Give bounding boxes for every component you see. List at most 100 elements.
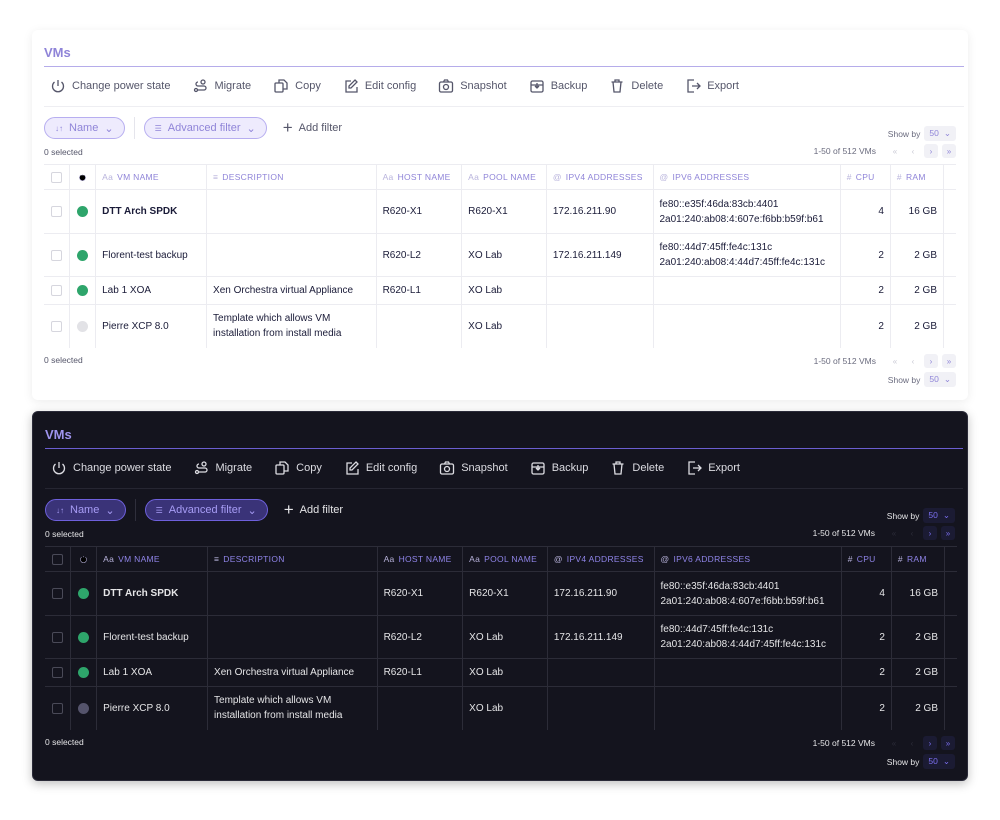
vm-name[interactable]: Florent-test backup [95, 233, 208, 277]
toolbar: Change power state Migrate Copy Edit config… [51, 460, 740, 476]
last-page-button[interactable]: » [941, 736, 955, 750]
row-checkbox[interactable] [52, 631, 64, 643]
column-header-pool-name[interactable]: Aa POOL NAME [461, 164, 547, 190]
toolbar-label: Export [707, 80, 739, 92]
add-filter-button[interactable]: + Add filter [283, 118, 342, 138]
change-power-state-button[interactable]: Change power state [51, 460, 171, 476]
first-page-button[interactable]: « [887, 526, 901, 540]
checkbox-cell [45, 686, 72, 730]
snapshot-button[interactable]: Snapshot [438, 78, 507, 94]
column-label: IPV4 ADDRESSES [566, 554, 644, 564]
advanced-filter-pill[interactable]: ☰ Advanced filter ⌄ [143, 117, 267, 139]
migrate-button[interactable]: Migrate [192, 78, 251, 94]
column-header-ipv4-addresses[interactable]: @ IPV4 ADDRESSES [546, 546, 655, 572]
advanced-filter-pill[interactable]: ☰ Advanced filter ⌄ [144, 499, 268, 521]
column-header-ipv6-addresses[interactable]: @ IPV6 ADDRESSES [652, 164, 841, 190]
table-row[interactable]: Lab 1 XOA Xen Orchestra virtual Appliance… [45, 658, 957, 687]
last-page-button[interactable]: » [942, 354, 956, 368]
last-page-button[interactable]: » [942, 144, 956, 158]
column-label: CPU [855, 172, 875, 182]
column-header-host-name[interactable]: Aa HOST NAME [375, 164, 463, 190]
show-by-select[interactable]: 50 ⌄ [923, 754, 955, 769]
export-button[interactable]: Export [686, 460, 740, 476]
status-dot-halted [77, 320, 89, 332]
copy-button[interactable]: Copy [274, 460, 322, 476]
show-by-select[interactable]: 50 ⌄ [923, 508, 955, 523]
column-header-description[interactable]: ≡ DESCRIPTION [206, 164, 377, 190]
column-header-cpu[interactable]: # CPU [840, 546, 892, 572]
delete-button[interactable]: Delete [609, 78, 663, 94]
backup-button[interactable]: Backup [529, 78, 587, 94]
prev-page-button[interactable]: ‹ [905, 736, 919, 750]
column-header-ram[interactable]: # RAM [890, 546, 946, 572]
edit-config-button[interactable]: Edit config [343, 78, 416, 94]
column-label: DESCRIPTION [223, 554, 285, 564]
next-page-button[interactable]: › [923, 526, 937, 540]
sort-label: Name [69, 122, 99, 134]
vm-name[interactable]: Pierre XCP 8.0 [95, 304, 208, 348]
column-header-vm-name[interactable]: Aa VM NAME [95, 164, 208, 190]
column-header-host-name[interactable]: Aa HOST NAME [376, 546, 464, 572]
plus-icon: + [283, 500, 294, 519]
last-page-button[interactable]: » [941, 526, 955, 540]
export-button[interactable]: Export [685, 78, 739, 94]
row-checkbox[interactable] [52, 667, 64, 678]
table-row[interactable]: Pierre XCP 8.0 Template which allows VM in… [45, 686, 957, 730]
next-page-button[interactable]: › [924, 354, 938, 368]
show-by-select[interactable]: 50 ⌄ [924, 126, 956, 141]
change-power-state-button[interactable]: Change power state [50, 78, 170, 94]
header-row: Aa VM NAME ≡ DESCRIPTION Aa HOST NAME Aa POOL N… [45, 546, 957, 572]
row-checkbox[interactable] [52, 702, 64, 714]
first-page-button[interactable]: « [888, 144, 902, 158]
column-header-vm-name[interactable]: Aa VM NAME [96, 546, 209, 572]
row-checkbox[interactable] [51, 249, 63, 261]
sort-pill[interactable]: ↓↑ Name ⌄ [45, 499, 126, 521]
row-checkbox[interactable] [51, 320, 63, 332]
column-header-pool-name[interactable]: Aa POOL NAME [462, 546, 548, 572]
table-row[interactable]: DTT Arch SPDK R620-X1 R620-X1 172.16.211.90… [44, 189, 956, 234]
vm-name[interactable]: DTT Arch SPDK [95, 189, 208, 234]
column-header-cpu[interactable]: # CPU [839, 164, 891, 190]
ipv4-address: 172.16.211.90 [546, 571, 655, 616]
row-checkbox[interactable] [51, 285, 63, 296]
table-row[interactable]: Lab 1 XOA Xen Orchestra virtual Appliance… [44, 276, 956, 305]
sort-pill[interactable]: ↓↑ Name ⌄ [44, 117, 125, 139]
next-page-button[interactable]: › [923, 736, 937, 750]
copy-button[interactable]: Copy [273, 78, 321, 94]
chevron-down-icon: ⌄ [943, 128, 951, 138]
first-page-button[interactable]: « [888, 354, 902, 368]
column-header-ram[interactable]: # RAM [889, 164, 945, 190]
table-row[interactable]: DTT Arch SPDK R620-X1 R620-X1 172.16.211.90… [45, 571, 957, 616]
ipv6-address: fe80::e35f:46da:83cb:4401 [660, 580, 780, 592]
extra-cell [943, 276, 956, 305]
edit-config-button[interactable]: Edit config [344, 460, 417, 476]
vm-name[interactable]: DTT Arch SPDK [96, 571, 209, 616]
add-filter-button[interactable]: + Add filter [284, 500, 343, 520]
row-checkbox[interactable] [51, 206, 63, 217]
column-header-description[interactable]: ≡ DESCRIPTION [207, 546, 378, 572]
cpu-count: 2 [840, 686, 892, 730]
column-header-ipv4-addresses[interactable]: @ IPV4 ADDRESSES [545, 164, 654, 190]
vm-name[interactable]: Lab 1 XOA [95, 276, 208, 305]
next-page-button[interactable]: › [924, 144, 938, 158]
select-all-checkbox[interactable] [51, 171, 63, 183]
prev-page-button[interactable]: ‹ [906, 354, 920, 368]
show-by-select[interactable]: 50 ⌄ [924, 372, 956, 387]
first-page-button[interactable]: « [887, 736, 901, 750]
vm-name[interactable]: Florent-test backup [96, 615, 209, 659]
table-row[interactable]: Pierre XCP 8.0 Template which allows VM in… [44, 304, 956, 348]
vm-name[interactable]: Lab 1 XOA [96, 658, 209, 687]
table-row[interactable]: Florent-test backup R620-L2 XO Lab 172.16.2… [45, 615, 957, 659]
vm-name[interactable]: Pierre XCP 8.0 [96, 686, 209, 730]
prev-page-button[interactable]: ‹ [905, 526, 919, 540]
chevron-down-icon: ⌄ [104, 122, 114, 135]
migrate-button[interactable]: Migrate [193, 460, 252, 476]
column-header-ipv6-addresses[interactable]: @ IPV6 ADDRESSES [653, 546, 842, 572]
backup-button[interactable]: Backup [530, 460, 588, 476]
prev-page-button[interactable]: ‹ [906, 144, 920, 158]
table-row[interactable]: Florent-test backup R620-L2 XO Lab 172.16.2… [44, 233, 956, 277]
snapshot-button[interactable]: Snapshot [439, 460, 508, 476]
delete-button[interactable]: Delete [610, 460, 664, 476]
row-checkbox[interactable] [52, 588, 64, 599]
select-all-checkbox[interactable] [52, 553, 64, 565]
